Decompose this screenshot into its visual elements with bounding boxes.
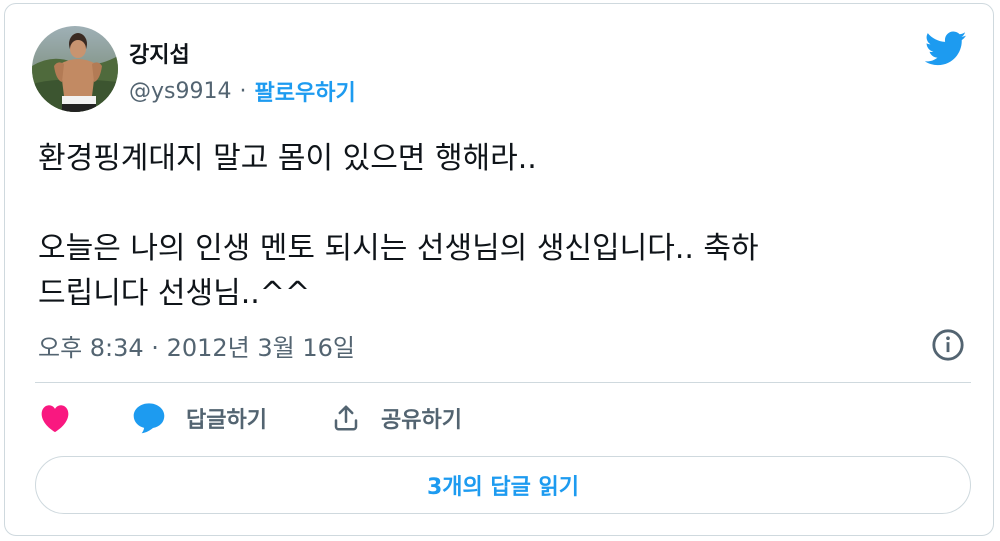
like-button[interactable] (39, 400, 71, 436)
tweet-card: 강지섭 @ys9914 · 팔로우하기 환경핑계대지 말고 몸이 있으면 행해라… (4, 3, 994, 536)
avatar[interactable] (32, 26, 118, 112)
heart-icon (41, 405, 69, 433)
user-handle[interactable]: @ys9914 (129, 79, 231, 104)
display-name[interactable]: 강지섭 (129, 37, 190, 69)
reply-label: 답글하기 (186, 408, 267, 433)
follow-button[interactable]: 팔로우하기 (254, 75, 355, 107)
reply-button[interactable]: 답글하기 (132, 400, 267, 436)
share-button[interactable]: 공유하기 (331, 400, 462, 436)
divider (35, 382, 971, 383)
tweet-line: 오늘은 나의 인생 멘토 되시는 선생님의 생신입니다.. 축하 (38, 231, 759, 266)
tweet-line: 드립니다 선생님..^^ (38, 276, 311, 311)
tweet-line: 환경핑계대지 말고 몸이 있으면 행해라.. (38, 141, 537, 176)
tweet-text: 환경핑계대지 말고 몸이 있으면 행해라.. 오늘은 나의 인생 멘토 되시는 … (38, 136, 968, 316)
read-replies-button[interactable]: 3개의 답글 읽기 (35, 456, 971, 514)
info-icon[interactable] (931, 328, 965, 362)
reply-bubble-icon (133, 403, 165, 434)
handle-row: @ys9914 · 팔로우하기 (129, 75, 356, 107)
share-label: 공유하기 (381, 408, 462, 433)
separator-dot: · (239, 78, 247, 104)
tweet-timestamp[interactable]: 오후 8:34 · 2012년 3월 16일 (38, 328, 355, 363)
twitter-bird-icon[interactable] (925, 31, 967, 67)
share-icon (334, 405, 358, 431)
